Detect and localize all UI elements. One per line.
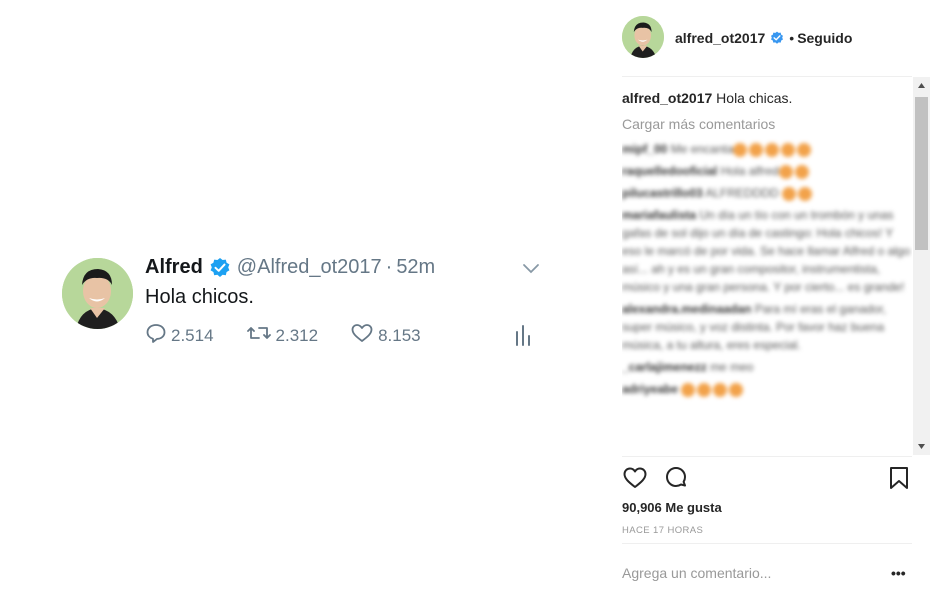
- tweet-author-handle[interactable]: @Alfred_ot2017: [237, 256, 382, 279]
- tweet-retweet-button[interactable]: 2.312: [246, 322, 319, 349]
- comment-username[interactable]: raquelledooficial: [622, 164, 717, 178]
- avatar[interactable]: [622, 16, 664, 58]
- comment-text: Me encanta: [670, 142, 734, 156]
- tweet-card: Alfred @Alfred_ot2017 · 52m Hola chicos.…: [62, 252, 542, 352]
- post-sidebar: alfred_ot2017 • Seguido alfred_ot2017 Ho…: [600, 0, 933, 597]
- reply-count: 2.514: [171, 325, 214, 345]
- list-item: _carlajimenezz me meo: [622, 358, 912, 376]
- post-actions: [622, 465, 912, 493]
- comment-input[interactable]: [622, 563, 862, 583]
- likes-count[interactable]: 90,906 Me gusta: [622, 500, 722, 515]
- blurred-comments: mipf_00 Me encanta raquelledooficial Hol…: [622, 140, 912, 398]
- comment-username[interactable]: alexandra.medinaadan: [622, 302, 751, 316]
- heart-icon[interactable]: [622, 465, 648, 491]
- tweet-text: Hola chicos.: [145, 286, 254, 308]
- divider: [622, 456, 912, 457]
- bookmark-icon[interactable]: [887, 465, 911, 491]
- tweet-avatar: [62, 258, 133, 329]
- comment-username[interactable]: mipf_00: [622, 142, 667, 156]
- comment-username[interactable]: adriyeabe: [622, 382, 678, 396]
- divider: [622, 543, 912, 544]
- scroll-down-arrow-icon[interactable]: [913, 438, 930, 455]
- divider: [622, 76, 912, 77]
- list-item: mipf_00 Me encanta: [622, 140, 912, 158]
- comments-list: alfred_ot2017 Hola chicas. Cargar más co…: [622, 88, 912, 458]
- comments-scrollbar[interactable]: [913, 77, 930, 455]
- post-username[interactable]: alfred_ot2017: [675, 30, 765, 46]
- chevron-down-icon[interactable]: [522, 262, 540, 274]
- retweet-count: 2.312: [275, 325, 319, 345]
- analytics-icon[interactable]: [513, 324, 533, 348]
- tweet-actions: 2.514 2.312 8.153: [145, 322, 453, 349]
- tweet-timestamp[interactable]: 52m: [396, 256, 435, 279]
- scrollbar-thumb[interactable]: [915, 97, 928, 250]
- post-media[interactable]: Alfred @Alfred_ot2017 · 52m Hola chicos.…: [0, 0, 600, 597]
- list-item: mariafaulista Un día un tío con un tromb…: [622, 206, 912, 296]
- load-more-comments-button[interactable]: Cargar más comentarios: [622, 116, 912, 132]
- like-count: 8.153: [378, 325, 421, 345]
- tweet-like-button[interactable]: 8.153: [350, 322, 421, 349]
- list-item: adriyeabe: [622, 380, 912, 398]
- follow-status-button[interactable]: Seguido: [797, 30, 852, 46]
- list-item: raquelledooficial Hola alfred: [622, 162, 912, 180]
- comment-username[interactable]: mariafaulista: [622, 208, 696, 222]
- reply-icon: [145, 322, 171, 349]
- comment-username[interactable]: _carlajimenezz: [622, 360, 707, 374]
- tweet-header: Alfred @Alfred_ot2017 · 52m: [145, 256, 435, 279]
- comment-text: me meo: [710, 360, 754, 374]
- post-user-line: alfred_ot2017 • Seguido: [675, 30, 852, 46]
- verified-badge-icon: [770, 31, 784, 45]
- retweet-icon: [246, 322, 276, 349]
- tweet-author-name[interactable]: Alfred: [145, 256, 203, 279]
- list-item: pilucastrillo03 ALFREDDDD: [622, 184, 912, 202]
- header-bullet: •: [789, 30, 795, 46]
- comment-text: ALFREDDDD: [705, 186, 779, 200]
- scroll-up-arrow-icon[interactable]: [913, 77, 930, 94]
- post-caption: alfred_ot2017 Hola chicas.: [622, 88, 912, 108]
- post-timestamp[interactable]: HACE 17 HORAS: [622, 525, 703, 536]
- comment-icon[interactable]: [663, 465, 689, 491]
- comment-username[interactable]: pilucastrillo03: [622, 186, 703, 200]
- caption-username[interactable]: alfred_ot2017: [622, 90, 712, 106]
- heart-icon: [350, 322, 378, 349]
- tweet-reply-button[interactable]: 2.514: [145, 322, 214, 349]
- list-item: alexandra.medinaadan Para mí eras el gan…: [622, 300, 912, 354]
- post-header: alfred_ot2017 • Seguido: [600, 0, 933, 77]
- verified-badge-icon: [209, 257, 231, 279]
- more-options-icon[interactable]: •••: [891, 566, 911, 580]
- tweet-separator: ·: [385, 256, 393, 278]
- comment-text: Hola alfred: [720, 164, 779, 178]
- caption-text: Hola chicas.: [716, 90, 793, 106]
